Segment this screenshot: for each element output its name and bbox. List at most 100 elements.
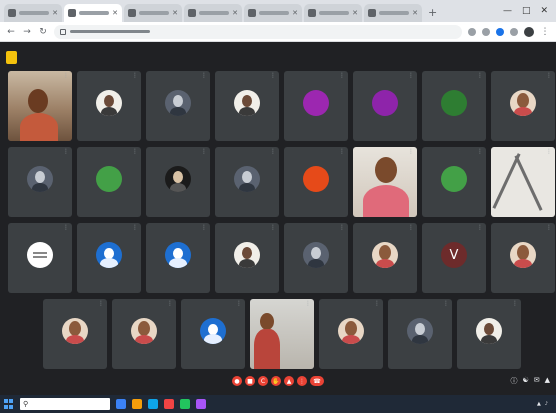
participant-tile[interactable]: ⋮ — [353, 223, 417, 293]
tile-menu-icon[interactable]: ⋮ — [408, 149, 414, 155]
browser-tab[interactable]: ✕ — [4, 4, 62, 22]
taskbar-app-icon[interactable] — [196, 399, 206, 409]
more-icon[interactable]: ⋮ — [297, 376, 307, 386]
participant-tile[interactable]: ⋮ — [146, 71, 210, 141]
tile-menu-icon[interactable]: ⋮ — [477, 225, 483, 231]
tile-menu-icon[interactable]: ⋮ — [270, 225, 276, 231]
tile-menu-icon[interactable]: ⋮ — [477, 149, 483, 155]
tile-menu-icon[interactable]: ⋮ — [201, 149, 207, 155]
browser-tab[interactable]: ✕ — [64, 4, 122, 22]
participant-tile[interactable]: ⋮ — [422, 147, 486, 217]
tile-menu-icon[interactable]: ⋮ — [63, 73, 69, 79]
participant-tile[interactable]: ⋮ — [8, 147, 72, 217]
minimize-icon[interactable]: — — [503, 6, 512, 16]
captions-icon[interactable]: C — [258, 376, 268, 386]
tile-menu-icon[interactable]: ⋮ — [132, 73, 138, 79]
participant-tile[interactable]: ⋮ — [319, 299, 383, 369]
network-icon[interactable]: ▲ — [537, 401, 541, 407]
volume-icon[interactable]: ♪ — [545, 401, 548, 407]
tile-menu-icon[interactable]: ⋮ — [167, 301, 173, 307]
participant-tile[interactable]: ⋮ — [8, 223, 72, 293]
participant-tile[interactable]: ⋮ — [112, 299, 176, 369]
chat-icon[interactable]: ✉ — [534, 376, 540, 386]
participant-tile[interactable]: V ⋮ — [422, 223, 486, 293]
participant-tile[interactable]: ⋮ — [284, 147, 348, 217]
participant-tile[interactable]: ⋮ — [77, 147, 141, 217]
browser-tab[interactable]: ✕ — [184, 4, 242, 22]
participant-tile[interactable]: ⋮ — [8, 71, 72, 141]
taskbar-app-icon[interactable] — [148, 399, 158, 409]
participant-tile[interactable]: ⋮ — [284, 71, 348, 141]
new-tab-button[interactable]: + — [424, 4, 441, 22]
extension-icon[interactable] — [496, 27, 504, 36]
close-window-icon[interactable]: ✕ — [540, 6, 548, 16]
participant-tile[interactable]: ⋮ — [491, 71, 555, 141]
participant-tile[interactable]: ⋮ — [250, 299, 314, 369]
tile-menu-icon[interactable]: ⋮ — [132, 225, 138, 231]
tile-menu-icon[interactable]: ⋮ — [408, 73, 414, 79]
participant-tile[interactable]: ⋮ — [388, 299, 452, 369]
participant-tile[interactable]: ⋮ — [215, 71, 279, 141]
tile-menu-icon[interactable]: ⋮ — [512, 301, 518, 307]
participant-tile[interactable]: ⋮ — [284, 223, 348, 293]
tile-menu-icon[interactable]: ⋮ — [477, 73, 483, 79]
tab-close-icon[interactable]: ✕ — [112, 9, 118, 17]
extension-icon[interactable] — [482, 27, 490, 36]
browser-menu-icon[interactable]: ⋮ — [540, 27, 550, 37]
maximize-icon[interactable]: □ — [522, 6, 531, 16]
participant-tile[interactable]: ⋮ — [215, 147, 279, 217]
tab-close-icon[interactable]: ✕ — [412, 9, 418, 17]
taskbar-app-icon[interactable] — [116, 399, 126, 409]
participant-tile[interactable]: ⋮ — [491, 147, 555, 217]
reload-icon[interactable]: ↻ — [38, 27, 48, 37]
browser-tab[interactable]: ✕ — [244, 4, 302, 22]
tab-close-icon[interactable]: ✕ — [352, 9, 358, 17]
tile-menu-icon[interactable]: ⋮ — [305, 301, 311, 307]
profile-avatar[interactable] — [524, 26, 534, 37]
tile-menu-icon[interactable]: ⋮ — [408, 225, 414, 231]
browser-tab[interactable]: ✕ — [364, 4, 422, 22]
tile-menu-icon[interactable]: ⋮ — [339, 149, 345, 155]
taskbar-app-icon[interactable] — [132, 399, 142, 409]
raise-hand-icon[interactable]: ✋ — [271, 376, 281, 386]
participant-tile[interactable]: ⋮ — [181, 299, 245, 369]
tile-menu-icon[interactable]: ⋮ — [546, 149, 552, 155]
end-call-icon[interactable]: ☎ — [310, 376, 324, 386]
tile-menu-icon[interactable]: ⋮ — [63, 149, 69, 155]
tile-menu-icon[interactable]: ⋮ — [374, 301, 380, 307]
tile-menu-icon[interactable]: ⋮ — [443, 301, 449, 307]
info-icon[interactable]: ⓘ — [510, 376, 517, 386]
browser-tab[interactable]: ✕ — [304, 4, 362, 22]
browser-tab[interactable]: ✕ — [124, 4, 182, 22]
mic-icon[interactable]: ● — [232, 376, 242, 386]
tab-close-icon[interactable]: ✕ — [172, 9, 178, 17]
tile-menu-icon[interactable]: ⋮ — [201, 225, 207, 231]
participant-tile[interactable]: ⋮ — [353, 71, 417, 141]
tile-menu-icon[interactable]: ⋮ — [546, 225, 552, 231]
participant-tile[interactable]: ⋮ — [215, 223, 279, 293]
activities-icon[interactable]: ▲ — [545, 376, 550, 386]
tile-menu-icon[interactable]: ⋮ — [63, 225, 69, 231]
taskbar-app-icon[interactable] — [180, 399, 190, 409]
taskbar-search[interactable]: ⚲ — [20, 398, 110, 410]
tile-menu-icon[interactable]: ⋮ — [546, 73, 552, 79]
participant-tile[interactable]: ⋮ — [491, 223, 555, 293]
participant-tile[interactable]: ⋮ — [457, 299, 521, 369]
tab-close-icon[interactable]: ✕ — [292, 9, 298, 17]
participant-tile[interactable]: ⋮ — [422, 71, 486, 141]
forward-icon[interactable]: → — [22, 27, 32, 37]
tab-close-icon[interactable]: ✕ — [232, 9, 238, 17]
participant-tile[interactable]: ⋮ — [146, 147, 210, 217]
tile-menu-icon[interactable]: ⋮ — [339, 225, 345, 231]
tile-menu-icon[interactable]: ⋮ — [339, 73, 345, 79]
tile-menu-icon[interactable]: ⋮ — [270, 149, 276, 155]
tile-menu-icon[interactable]: ⋮ — [98, 301, 104, 307]
participant-tile[interactable]: ⋮ — [146, 223, 210, 293]
participant-tile[interactable]: ⋮ — [77, 223, 141, 293]
windows-start-icon[interactable] — [4, 399, 14, 409]
participant-tile[interactable]: ⋮ — [353, 147, 417, 217]
present-icon[interactable]: ▲ — [284, 376, 294, 386]
tile-menu-icon[interactable]: ⋮ — [236, 301, 242, 307]
participant-tile[interactable]: ⋮ — [77, 71, 141, 141]
people-icon[interactable]: ☯ — [522, 376, 528, 386]
